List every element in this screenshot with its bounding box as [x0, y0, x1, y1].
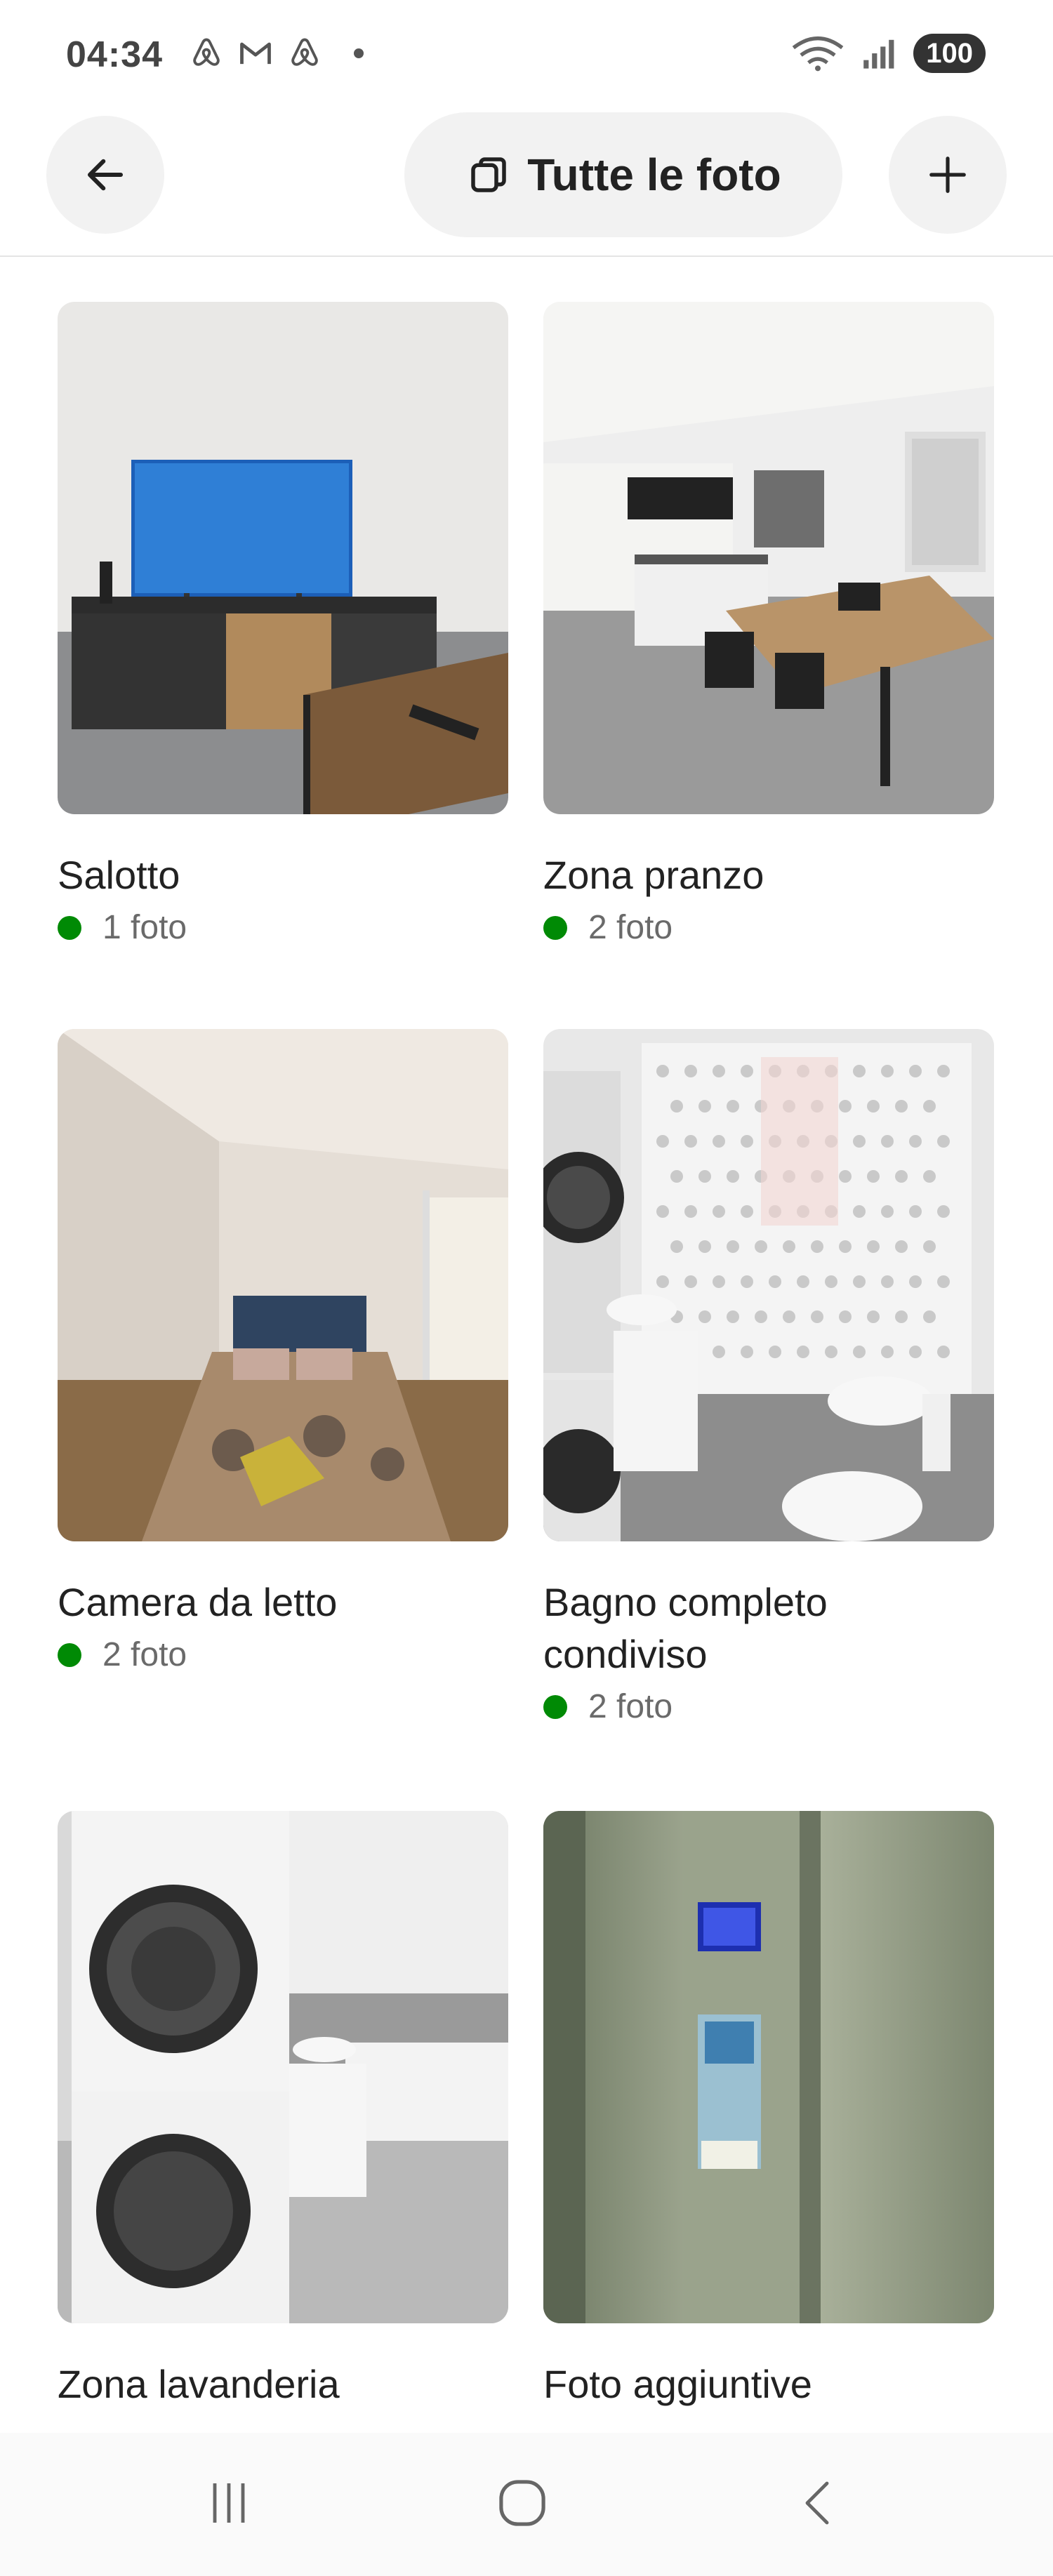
room-title: Camera da letto	[58, 1580, 338, 1624]
home-button[interactable]	[480, 2461, 564, 2545]
photo-stack-icon	[471, 157, 507, 192]
notification-dot	[354, 48, 364, 58]
room-title: Bagno completo condiviso	[543, 1580, 828, 1676]
status-dot	[58, 915, 81, 940]
photo-count-label: 2 foto	[102, 1636, 187, 1673]
photo-count-label: 2 foto	[588, 909, 673, 946]
photo-count: 1 foto	[58, 908, 508, 947]
all-photos-label: Tutte le foto	[527, 150, 781, 200]
home-icon	[499, 2480, 545, 2526]
laundry-area-photo[interactable]	[58, 1811, 508, 2323]
battery-indicator: 100	[913, 34, 986, 73]
system-back-button[interactable]	[776, 2461, 861, 2545]
status-bar: 04:34 100	[0, 0, 1053, 105]
photo-count: 2 foto	[58, 1635, 508, 1674]
room-card-laundry-area[interactable]: Zona lavanderia	[58, 1811, 508, 2410]
add-photo-button[interactable]	[889, 116, 1007, 234]
status-dot	[543, 1694, 567, 1719]
plus-icon	[929, 157, 966, 193]
room-title: Foto aggiuntive	[543, 2362, 812, 2406]
top-app-bar: Tutte le foto	[0, 105, 1053, 257]
gmail-icon	[240, 42, 271, 65]
room-title: Zona lavanderia	[58, 2362, 340, 2406]
bedroom-photo[interactable]	[58, 1029, 508, 1541]
recent-apps-button[interactable]	[187, 2461, 271, 2545]
system-navigation-bar	[0, 2433, 1053, 2576]
room-card-dining-area[interactable]: Zona pranzo 2 foto	[543, 302, 994, 947]
recent-apps-icon	[213, 2483, 245, 2523]
status-dot	[58, 1642, 81, 1667]
room-title: Salotto	[58, 853, 180, 897]
all-photos-button[interactable]: Tutte le foto	[404, 112, 842, 237]
bathroom-photo[interactable]	[543, 1029, 994, 1541]
room-card-additional-photos[interactable]: Foto aggiuntive	[543, 1811, 994, 2410]
notification-icons	[188, 35, 364, 72]
photo-count: 2 foto	[543, 1687, 994, 1726]
living-room-photo[interactable]	[58, 302, 508, 814]
signal-icon	[863, 39, 894, 69]
wifi-icon	[792, 36, 844, 72]
status-time: 04:34	[66, 34, 163, 75]
system-icons: 100	[790, 34, 986, 73]
airbnb-icon	[193, 38, 220, 66]
chevron-left-icon	[805, 2481, 829, 2525]
photo-count-label: 1 foto	[102, 909, 187, 946]
back-button[interactable]	[46, 116, 164, 234]
room-card-shared-bathroom[interactable]: Bagno completo condiviso 2 foto	[543, 1029, 994, 1726]
room-card-bedroom[interactable]: Camera da letto 2 foto	[58, 1029, 508, 1674]
arrow-left-icon	[87, 159, 124, 191]
additional-photo[interactable]	[543, 1811, 994, 2323]
dining-area-photo[interactable]	[543, 302, 994, 814]
room-card-living-room[interactable]: Salotto 1 foto	[58, 302, 508, 947]
photo-count-label: 2 foto	[588, 1688, 673, 1725]
room-title: Zona pranzo	[543, 853, 764, 897]
photo-count: 2 foto	[543, 908, 994, 947]
airbnb-icon	[291, 38, 318, 66]
status-dot	[543, 915, 567, 940]
